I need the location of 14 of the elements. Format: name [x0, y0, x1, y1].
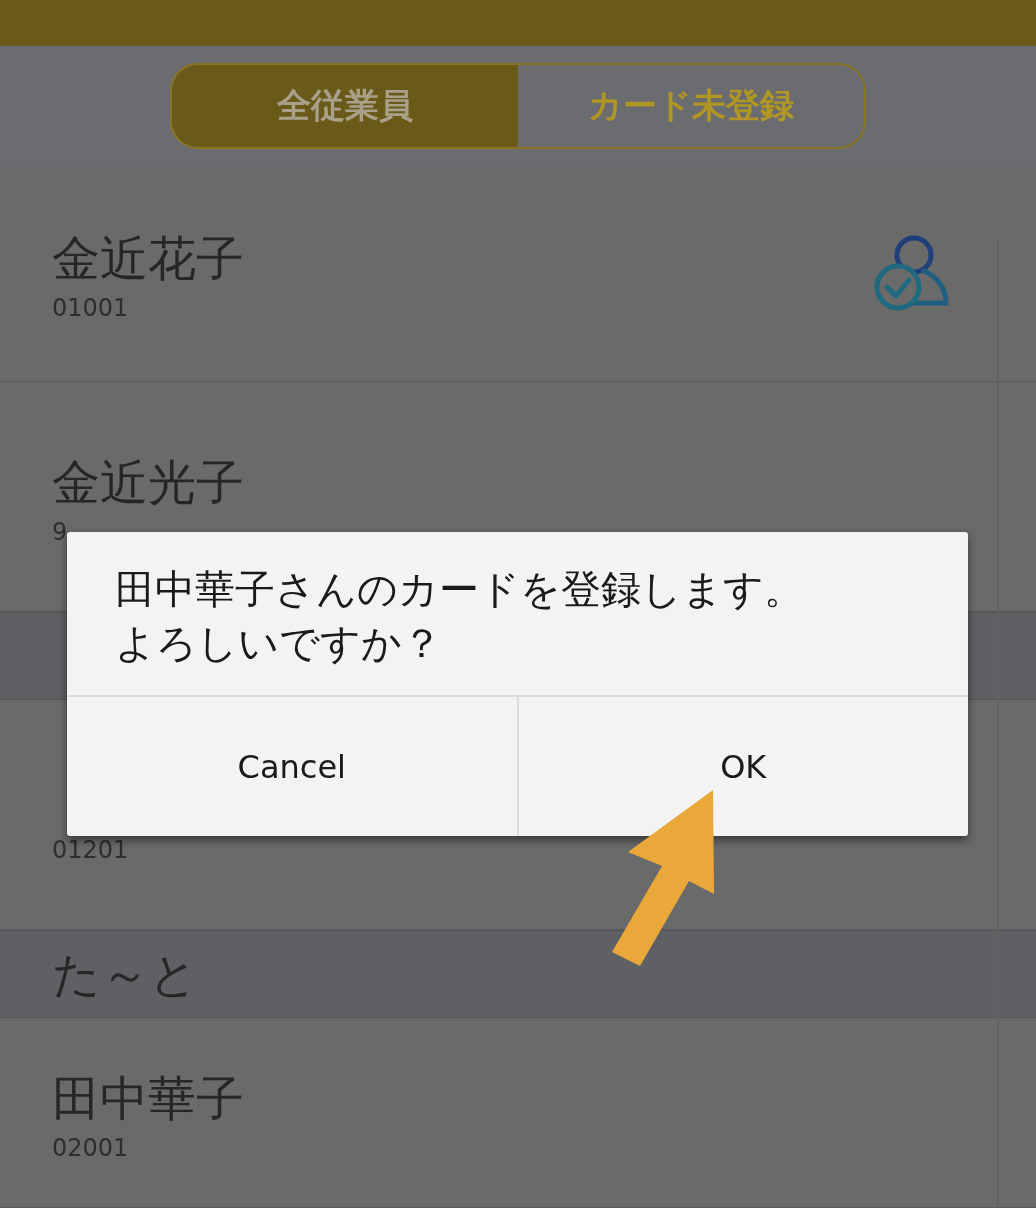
employee-row[interactable]: 金近花子 01001: [0, 165, 1036, 382]
employee-name: 金近花子: [52, 229, 244, 288]
dialog-message-line: よろしいですか？: [115, 619, 442, 668]
segment-tab[interactable]: 全従業員: [172, 64, 518, 147]
employee-number: 02001: [52, 1132, 130, 1164]
section-title: た～と: [52, 945, 198, 1004]
employee-name: 田中華子: [52, 1068, 244, 1128]
employee-row[interactable]: 田中華子 02001: [0, 1018, 1036, 1208]
employee-number: 01201: [52, 834, 129, 866]
employee-number: 01001: [52, 293, 130, 324]
employee-number: 9: [52, 516, 69, 548]
dialog-message-line: 田中華子さんのカードを登録します。: [115, 565, 804, 614]
dialog-button[interactable]: Cancel: [67, 697, 517, 836]
employee-name: 金近光子: [52, 452, 244, 512]
